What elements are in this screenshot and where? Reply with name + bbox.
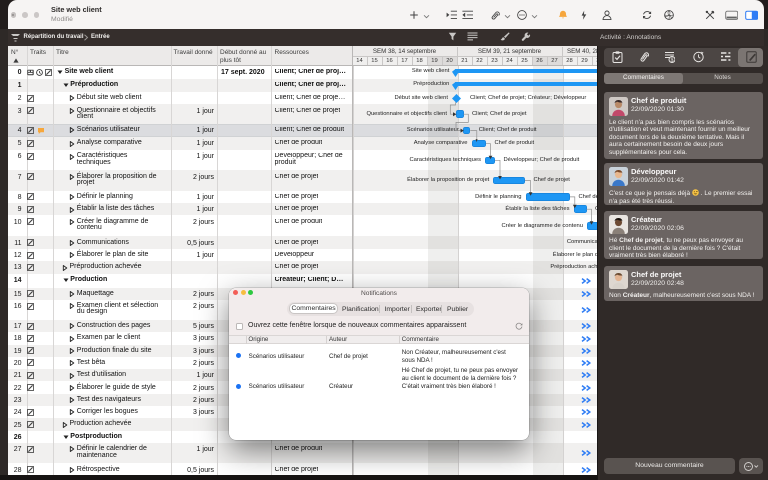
- svg-text:$: $: [670, 57, 673, 63]
